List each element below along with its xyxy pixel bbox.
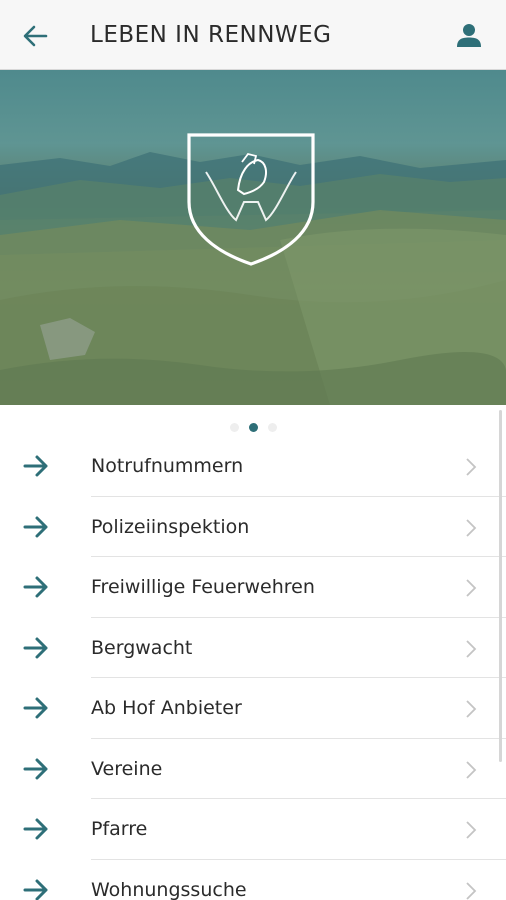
- arrow-right-icon: [23, 879, 48, 900]
- chevron-right-icon: [466, 881, 477, 900]
- list-item-polizeiinspektion[interactable]: Polizeiinspektion: [0, 497, 506, 557]
- page-dot-3[interactable]: [267, 422, 277, 432]
- arrow-left-icon: [23, 25, 48, 47]
- arrow-right-icon: [23, 697, 48, 719]
- chevron-right-icon: [466, 579, 477, 597]
- list-item-label: Pfarre: [91, 818, 148, 840]
- list-item-label: Vereine: [91, 757, 163, 780]
- arrow-right-icon: [23, 576, 48, 598]
- profile-button[interactable]: [454, 20, 484, 50]
- chevron-right-icon: [466, 639, 477, 658]
- arrow-right-icon: [23, 758, 48, 779]
- back-button[interactable]: [20, 22, 50, 50]
- arrow-right-icon: [23, 637, 48, 658]
- arrow-right-icon: [23, 516, 48, 537]
- list-item-label: Polizeiinspektion: [91, 515, 250, 538]
- list-item-label: Wohnungssuche: [91, 878, 247, 900]
- list-item-bergwacht[interactable]: Bergwacht: [0, 618, 506, 678]
- carousel-pagination: [0, 420, 506, 434]
- list-item-freiwillige-feuerwehren[interactable]: Freiwillige Feuerwehren: [0, 557, 506, 618]
- page-title: LEBEN IN RENNWEG: [90, 22, 332, 48]
- hero-carousel[interactable]: [0, 70, 506, 405]
- arrow-right-icon: [23, 455, 48, 477]
- chevron-right-icon: [466, 760, 477, 779]
- page-dot-2-active[interactable]: [248, 422, 258, 432]
- list-item-wohnungssuche[interactable]: Wohnungssuche: [0, 860, 506, 900]
- scrollbar[interactable]: [499, 410, 502, 762]
- chevron-right-icon: [466, 700, 477, 718]
- chevron-right-icon: [466, 821, 477, 839]
- app-header: LEBEN IN RENNWEG: [0, 0, 506, 70]
- user-icon: [457, 24, 481, 47]
- chevron-right-icon: [466, 458, 477, 476]
- menu-list: Notrufnummern Polizeiinspektion Freiwill…: [0, 436, 506, 900]
- chevron-right-icon: [466, 518, 477, 537]
- list-item-label: Notrufnummern: [91, 455, 244, 477]
- list-item-pfarre[interactable]: Pfarre: [0, 799, 506, 860]
- list-item-ab-hof-anbieter[interactable]: Ab Hof Anbieter: [0, 678, 506, 739]
- coat-of-arms-icon: [187, 133, 315, 266]
- list-item-label: Ab Hof Anbieter: [91, 697, 242, 719]
- list-item-label: Freiwillige Feuerwehren: [91, 576, 315, 598]
- arrow-right-icon: [23, 818, 48, 840]
- list-item-label: Bergwacht: [91, 636, 193, 659]
- list-item-notrufnummern[interactable]: Notrufnummern: [0, 436, 506, 497]
- page-dot-1[interactable]: [229, 422, 239, 432]
- list-item-vereine[interactable]: Vereine: [0, 739, 506, 799]
